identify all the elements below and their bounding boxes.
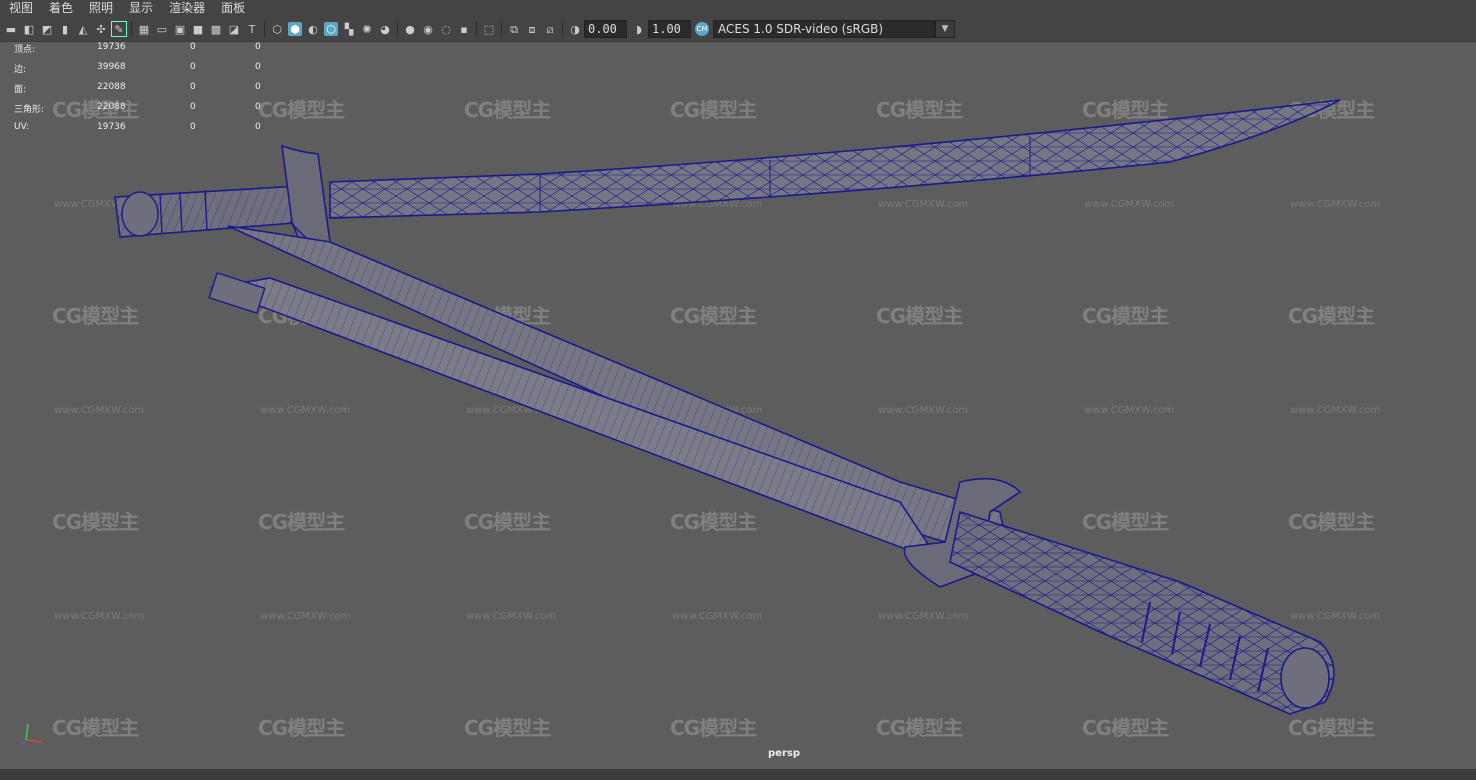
wireframe-icon[interactable]: ⬡: [270, 22, 284, 36]
color-management-icon[interactable]: CM: [695, 22, 709, 36]
exposure-icon[interactable]: ◑: [568, 22, 582, 36]
upper-blade: [329, 99, 1341, 219]
viewport-toolbar: ▬ ◧ ◩ ▮ ◭ ✣ ✎ ▦ ▭ ▣ ■ ▩ ◪ T ⬡ ⬢ ◐ ⬡ ▚ ✺ …: [0, 17, 1476, 42]
2d-pan-zoom-icon[interactable]: ✣: [94, 22, 108, 36]
safe-action-icon[interactable]: ◪: [227, 22, 241, 36]
motion-blur-icon[interactable]: ◉: [421, 22, 435, 36]
smooth-shade-icon[interactable]: ⬢: [288, 22, 302, 36]
film-gate-icon[interactable]: ▭: [155, 22, 169, 36]
image-plane-icon[interactable]: ◭: [76, 22, 90, 36]
menu-view[interactable]: 视图: [0, 0, 40, 17]
color-space-dropdown[interactable]: ACES 1.0 SDR-video (sRGB): [713, 20, 935, 38]
gate-mask-icon[interactable]: ■: [191, 22, 205, 36]
isolate-select-icon[interactable]: ⬚: [482, 22, 496, 36]
default-material-icon[interactable]: ◐: [306, 22, 320, 36]
camera-select-icon[interactable]: ▬: [4, 22, 18, 36]
3d-viewport[interactable]: CG模型主www.CGMXW.comCG模型主www.CGMXW.comCG模型…: [0, 42, 1476, 769]
menu-show[interactable]: 显示: [120, 0, 160, 17]
gamma-icon[interactable]: ◗: [632, 22, 646, 36]
menu-panels[interactable]: 面板: [212, 0, 252, 17]
xray-components-icon[interactable]: ⧄: [543, 22, 557, 36]
grease-pencil-icon[interactable]: ✎: [111, 21, 127, 37]
axis-gizmo-icon: [21, 723, 43, 745]
menu-shading[interactable]: 着色: [40, 0, 80, 17]
bottom-bar: [0, 769, 1476, 780]
camera-label: persp: [768, 748, 800, 759]
lower-blade: [208, 272, 943, 564]
gamma-field[interactable]: 1.00: [648, 20, 691, 38]
menu-bar: 视图 着色 照明 显示 渲染器 面板: [0, 0, 1476, 17]
anti-aliasing-icon[interactable]: ◌: [439, 22, 453, 36]
resolution-gate-icon[interactable]: ▣: [173, 22, 187, 36]
screen-space-ao-icon[interactable]: ●: [403, 22, 417, 36]
lights-icon[interactable]: ✺: [360, 22, 374, 36]
sword-model-wireframe[interactable]: [0, 42, 1476, 769]
menu-lighting[interactable]: 照明: [80, 0, 120, 17]
grid-icon[interactable]: ▦: [137, 22, 151, 36]
camera-attributes-icon[interactable]: ◧: [22, 22, 36, 36]
textured-icon[interactable]: ▚: [342, 22, 356, 36]
safe-title-icon[interactable]: T: [245, 22, 259, 36]
chevron-down-icon[interactable]: ▼: [935, 20, 955, 38]
depth-of-field-icon[interactable]: ▪: [457, 22, 471, 36]
shadows-icon[interactable]: ◕: [378, 22, 392, 36]
bookmark-camera-icon[interactable]: ◩: [40, 22, 54, 36]
bookmark-icon[interactable]: ▮: [58, 22, 72, 36]
menu-renderer[interactable]: 渲染器: [160, 0, 212, 17]
exposure-field[interactable]: 0.00: [584, 20, 627, 38]
wireframe-on-shaded-icon[interactable]: ⬡: [324, 22, 338, 36]
xray-joints-icon[interactable]: ⧈: [525, 22, 539, 36]
field-chart-icon[interactable]: ▩: [209, 22, 223, 36]
lower-handle: [903, 477, 1335, 715]
xray-icon[interactable]: ⧉: [507, 22, 521, 36]
